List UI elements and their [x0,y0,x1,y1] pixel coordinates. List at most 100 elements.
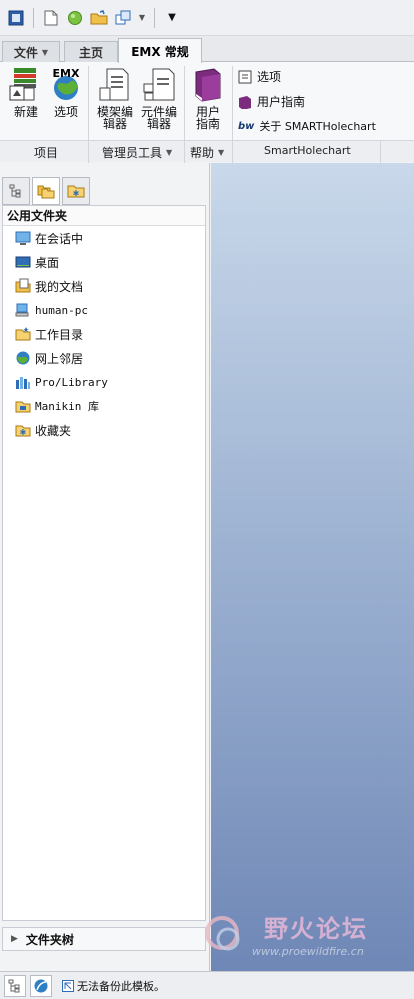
new-file-icon [44,10,58,25]
toolbar-separator [33,7,34,28]
emx-logo-text: EMX [53,67,80,80]
component-editor-label: 元件编 辑器 [140,105,177,131]
green-globe-icon [68,10,82,25]
list-item-my-documents[interactable]: 我的文档 [3,274,205,298]
common-folders-list: 公用文件夹 在会话中 桌面 我的文档 human-pc 工作目录 网上邻居 Pr… [2,205,206,921]
list-item-label: 在会话中 [35,231,84,246]
tab-home[interactable]: 主页 [64,41,118,62]
navigator-panel: ✱ 公用文件夹 在会话中 桌面 我的文档 human-pc 工作目录 网上邻居 … [0,163,210,971]
common-folders-title: 公用文件夹 [7,209,68,223]
user-guide-label: 用户 指南 [195,105,220,131]
watermark-url: www.proewildfire.cn [252,945,364,958]
smart-about-label: 关于 SMARTHolechart [259,120,376,133]
list-item-computer[interactable]: human-pc [3,298,205,322]
emx-options-button[interactable]: EMX 选项 [48,66,84,118]
book-icon [195,68,221,102]
ribbon-tabs: 文件 ▼ 主页 EMX 常规 [0,36,414,63]
list-item-desktop[interactable]: 桌面 [3,250,205,274]
list-item-label: Manikin 库 [35,400,99,413]
group-separator [380,141,381,163]
model-editor-button[interactable]: 模架编 辑器 [94,66,136,130]
app-window-icon [8,10,24,25]
list-item-label: 桌面 [35,255,60,270]
common-folders-header: 公用文件夹 [3,206,205,226]
smart-about-button[interactable]: bw 关于 SMARTHolechart [238,118,376,134]
new-mold-icon [9,68,36,101]
new-file-button[interactable] [41,8,61,28]
list-item-working-directory[interactable]: 工作目录 [3,322,205,346]
app-menu-button[interactable] [6,8,26,28]
tab-folder-browser[interactable] [32,177,60,205]
list-item-in-session[interactable]: 在会话中 [3,226,205,250]
model-editor-label: 模架编 辑器 [96,105,133,131]
smart-options-label: 选项 [257,70,282,84]
favorites-folder-icon: ✱ [67,185,85,198]
list-item-favorites[interactable]: ✱ 收藏夹 [3,418,205,442]
component-editor-icon [143,68,175,101]
bw-logo-icon: bw [238,120,255,132]
watermark: 野火论坛 www.proewildfire.cn [204,905,410,965]
group-label-items: 项目 [34,144,58,161]
tab-model-tree[interactable] [2,177,30,205]
list-item-network[interactable]: 网上邻居 [3,346,205,370]
user-guide-button[interactable]: 用户 指南 [188,66,228,130]
group-label-help[interactable]: 帮助 ▼ [190,144,224,161]
group-separator [232,141,233,163]
smart-user-guide-button[interactable]: 用户指南 [238,93,305,110]
status-bar: 无法备份此模板。 [0,971,414,999]
list-item-label: 我的文档 [35,279,84,294]
chevron-down-icon: ▼ [166,148,173,157]
model-tree-icon [9,184,21,198]
list-item-manikin-library[interactable]: Manikin 库 [3,394,205,418]
toolbar-separator [154,7,155,28]
toggle-browser-button[interactable] [30,974,52,997]
component-editor-button[interactable]: 元件编 辑器 [138,66,180,130]
status-message-text: 无法备份此模板。 [77,979,165,993]
new-button[interactable]: 新建 [6,66,46,118]
tab-emx-general[interactable]: EMX 常规 [118,38,202,63]
group-label-smartholechart: SmartHolechart [264,144,351,157]
book-icon [239,95,251,109]
tab-file[interactable]: 文件 ▼ [2,41,60,62]
chevron-down-icon: ▼ [138,13,146,22]
options-button-label: 选项 [53,105,78,119]
svg-text:✱: ✱ [20,428,27,437]
smart-user-guide-label: 用户指南 [257,95,306,109]
list-item-label: 网上邻居 [35,351,84,366]
group-label-text: 管理员工具 [102,146,163,160]
group-separator [88,141,89,163]
monitor-icon [15,231,31,245]
desktop-icon [15,256,31,268]
model-tree-icon [8,979,20,992]
browser-globe-icon [34,979,48,992]
list-item-label: human-pc [35,303,88,317]
computer-icon [15,303,29,317]
session-button[interactable] [65,8,85,28]
tab-label: 文件 [13,45,38,60]
customize-toolbar-button[interactable]: ▼ [162,8,182,28]
tab-favorites[interactable]: ✱ [62,177,90,205]
graphics-area[interactable]: 野火论坛 www.proewildfire.cn [205,163,414,971]
manikin-library-icon [15,401,31,413]
open-file-button[interactable] [89,8,109,28]
svg-text:✱: ✱ [73,189,80,198]
folder-tree-toggle[interactable]: ▶ 文件夹树 [2,927,206,951]
list-item-label: 工作目录 [35,327,84,342]
ribbon: 新建 EMX 选项 模架编 辑器 元件编 辑器 用户 指南 选项 用户指南 bw… [0,62,414,163]
message-icon [62,979,74,992]
group-label-admin-tools[interactable]: 管理员工具 ▼ [102,144,172,161]
window-button[interactable] [113,8,133,28]
open-folder-icon [90,9,108,24]
window-dropdown[interactable]: ▼ [137,8,147,28]
smart-options-button[interactable]: 选项 [238,68,281,85]
network-icon [16,351,30,365]
folder-tree-label: 文件夹树 [25,932,74,947]
group-label-text: SmartHolechart [264,144,351,157]
group-separator [184,141,185,163]
new-button-label: 新建 [13,105,38,119]
list-item-label: 收藏夹 [35,423,72,438]
toggle-navigator-button[interactable] [4,974,26,997]
triangle-right-icon: ▶ [11,934,18,944]
emx-globe-icon: EMX [53,67,80,100]
list-item-pro-library[interactable]: Pro/Library [3,370,205,394]
